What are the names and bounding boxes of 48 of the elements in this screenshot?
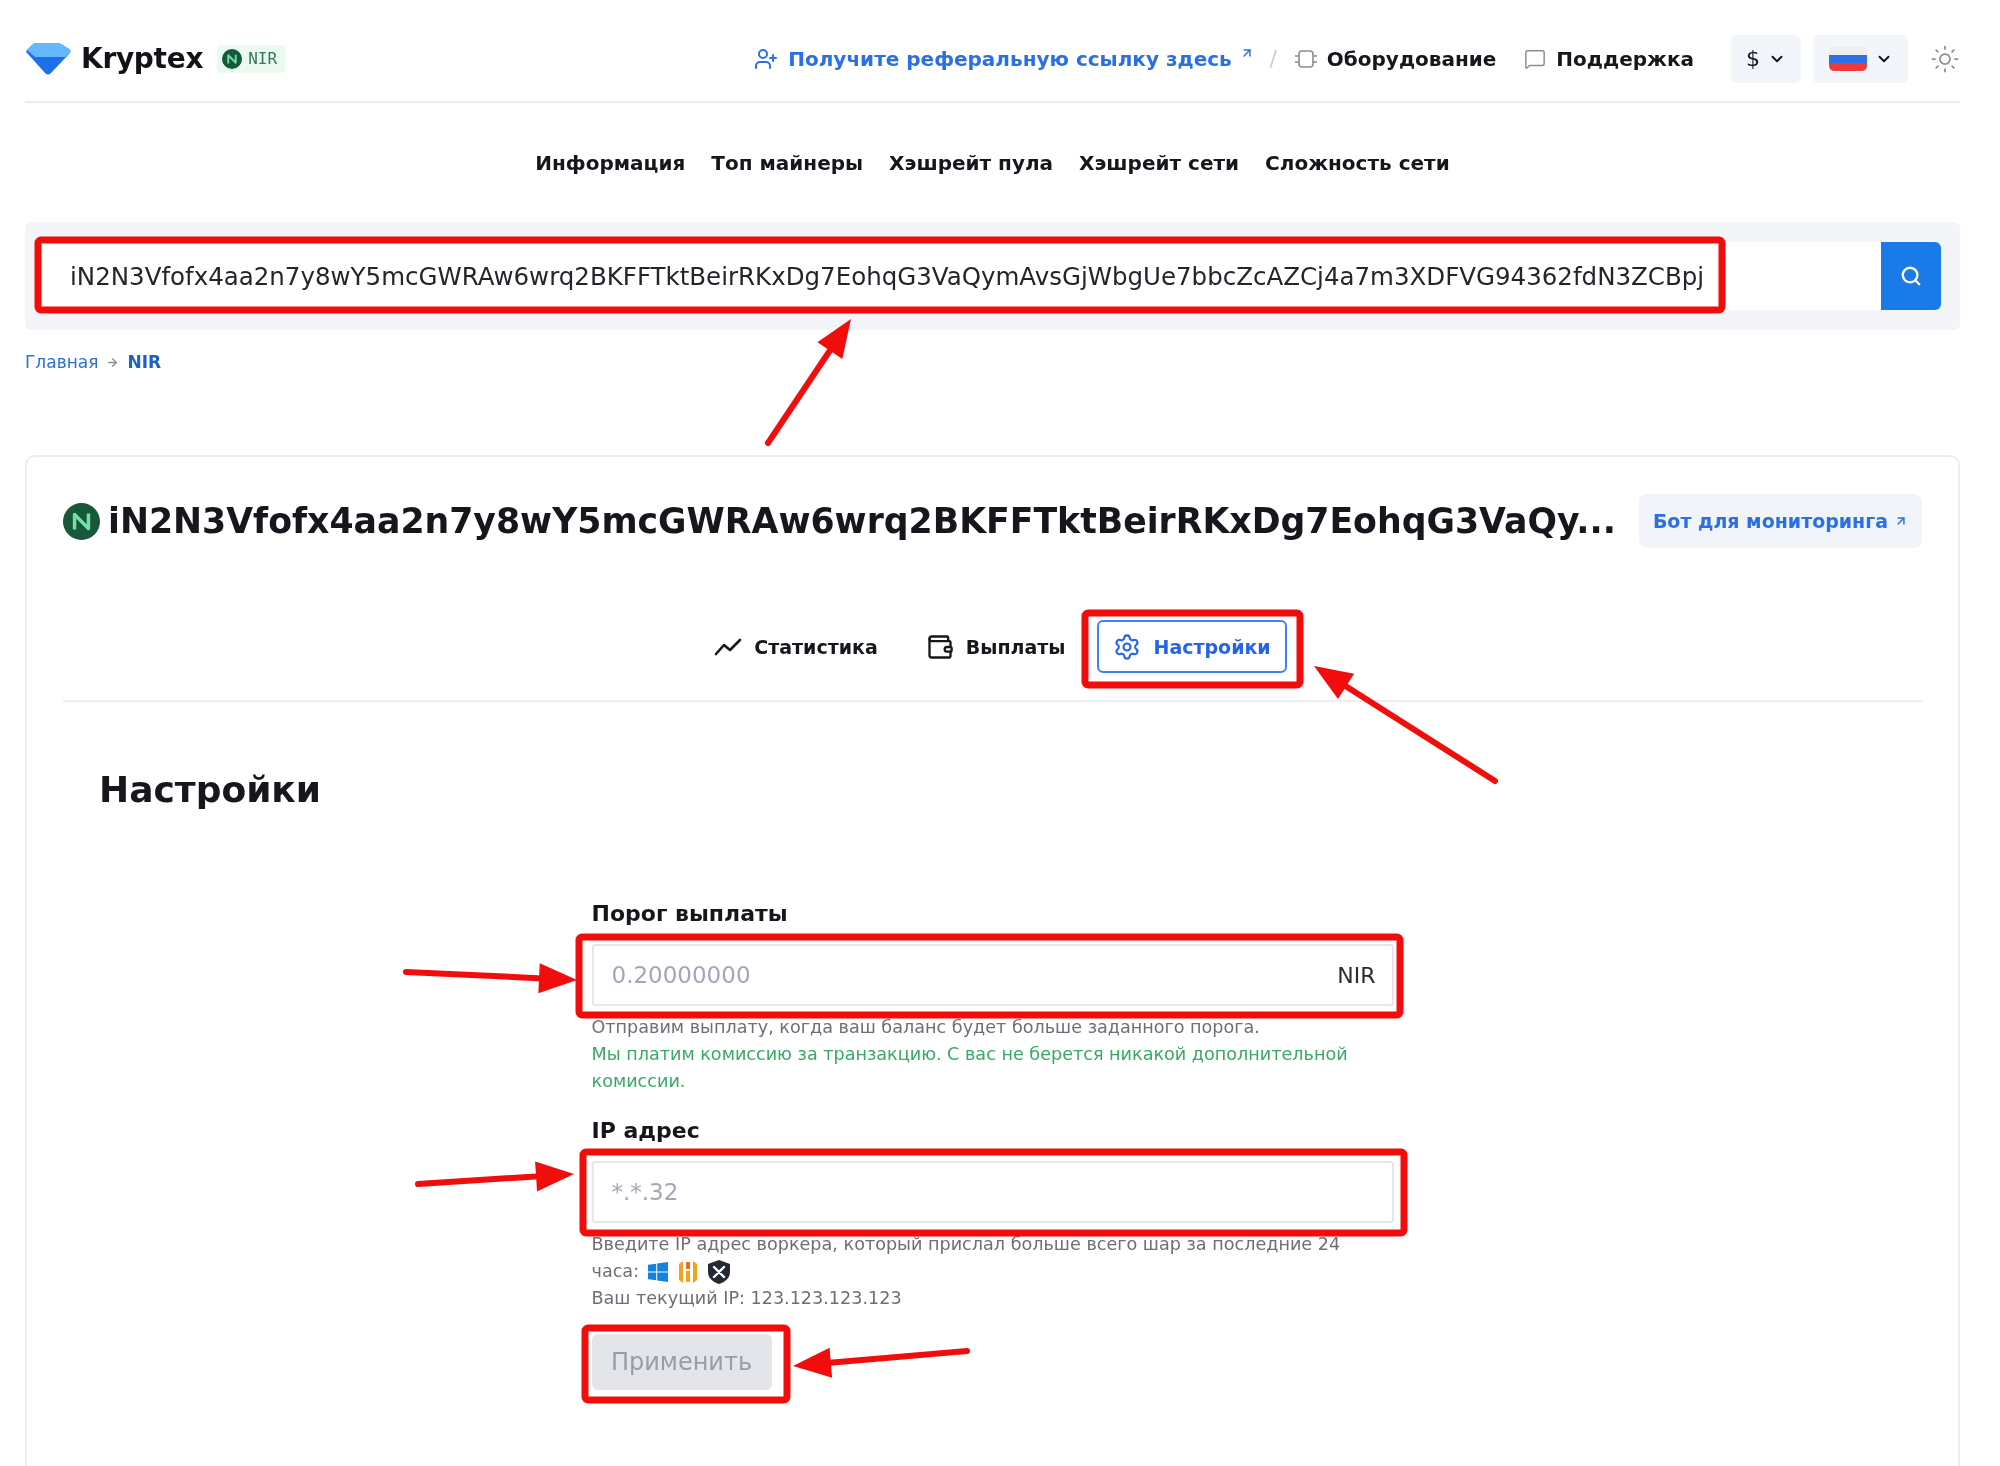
referral-link[interactable]: Получите реферальную ссылку здесь bbox=[754, 46, 1254, 71]
windows-icon bbox=[648, 1261, 669, 1282]
hint-text: Ваш текущий IP: 123.123.123.123 bbox=[591, 1287, 903, 1310]
user-plus-icon bbox=[754, 46, 779, 71]
chat-bubble-icon bbox=[1524, 47, 1547, 70]
chip-icon bbox=[1294, 49, 1317, 68]
top-nav-link[interactable]: Хэшрейт сети bbox=[1079, 150, 1240, 175]
hint-text: часа: bbox=[591, 1260, 640, 1283]
search-field[interactable]: iN2N3Vfofx4aa2n7y8wY5mcGWRAw6wrq2BKFFTktBeirRKxDg7EohqG3VaQymAvsGjWbgUe7bbcZcAZCj4a7m3XDFVG94362fdN3ZCBpj bbox=[42, 242, 1881, 310]
sun-icon bbox=[1930, 43, 1960, 74]
nav-link[interactable]: Оборудование bbox=[1294, 46, 1497, 71]
language-select[interactable] bbox=[1813, 34, 1908, 83]
theme-toggle[interactable] bbox=[1930, 43, 1960, 74]
coin-ticker: NIR bbox=[248, 49, 278, 68]
bot-link-button[interactable]: Бот для мониторинга bbox=[1638, 494, 1922, 548]
currency-select[interactable]: $ bbox=[1731, 34, 1801, 83]
tab[interactable]: Настройки bbox=[1097, 620, 1287, 673]
section-heading: Настройки bbox=[99, 768, 321, 812]
unit-label: NIR bbox=[1337, 962, 1376, 988]
top-nav-link[interactable]: Хэшрейт пула bbox=[889, 150, 1054, 175]
field-label: Порог выплаты bbox=[591, 901, 788, 927]
arrow-icon bbox=[1894, 514, 1908, 528]
top-nav-link[interactable]: Информация bbox=[535, 150, 686, 175]
line-chart-icon bbox=[714, 636, 743, 657]
shield-icon bbox=[708, 1259, 731, 1284]
hint-text: Введите IP адрес воркера, который прислал больше всего шар за последние 24 bbox=[591, 1233, 1342, 1256]
logo-text: Kryptex bbox=[81, 42, 204, 75]
breadcrumb-link[interactable]: Главная bbox=[25, 352, 99, 372]
search-button[interactable] bbox=[1881, 242, 1941, 310]
separator: / bbox=[1269, 46, 1277, 71]
hive-icon bbox=[677, 1259, 700, 1284]
hint-text: Мы платим комиссию за транзакцию. С вас не берется никакой дополнительной комиссии. bbox=[591, 1043, 1349, 1093]
coin-icon bbox=[63, 502, 100, 540]
logo-icon bbox=[25, 41, 73, 76]
input-field[interactable]: *.*.32 bbox=[591, 1161, 1394, 1223]
field-label: IP адрес bbox=[591, 1118, 700, 1144]
flag-icon bbox=[1828, 46, 1867, 71]
settings-icon bbox=[1113, 632, 1142, 661]
search-icon bbox=[1900, 265, 1922, 287]
nav-link[interactable]: Поддержка bbox=[1524, 46, 1694, 71]
top-nav-link[interactable]: Топ майнеры bbox=[711, 150, 864, 175]
arrow-icon bbox=[106, 355, 120, 369]
hint-text: Отправим выплату, когда ваш баланс будет больше заданного порога. bbox=[591, 1016, 1261, 1039]
top-nav-link[interactable]: Сложность сети bbox=[1265, 150, 1450, 175]
coin-icon bbox=[222, 48, 243, 69]
wallet-address-title: iN2N3Vfofx4aa2n7y8wY5mcGWRAw6wrq2BKFFTktBeirRKxDg7EohqG3VaQy... bbox=[108, 501, 1616, 541]
breadcrumb-link[interactable]: NIR bbox=[127, 352, 162, 372]
wallet-icon bbox=[925, 632, 954, 661]
